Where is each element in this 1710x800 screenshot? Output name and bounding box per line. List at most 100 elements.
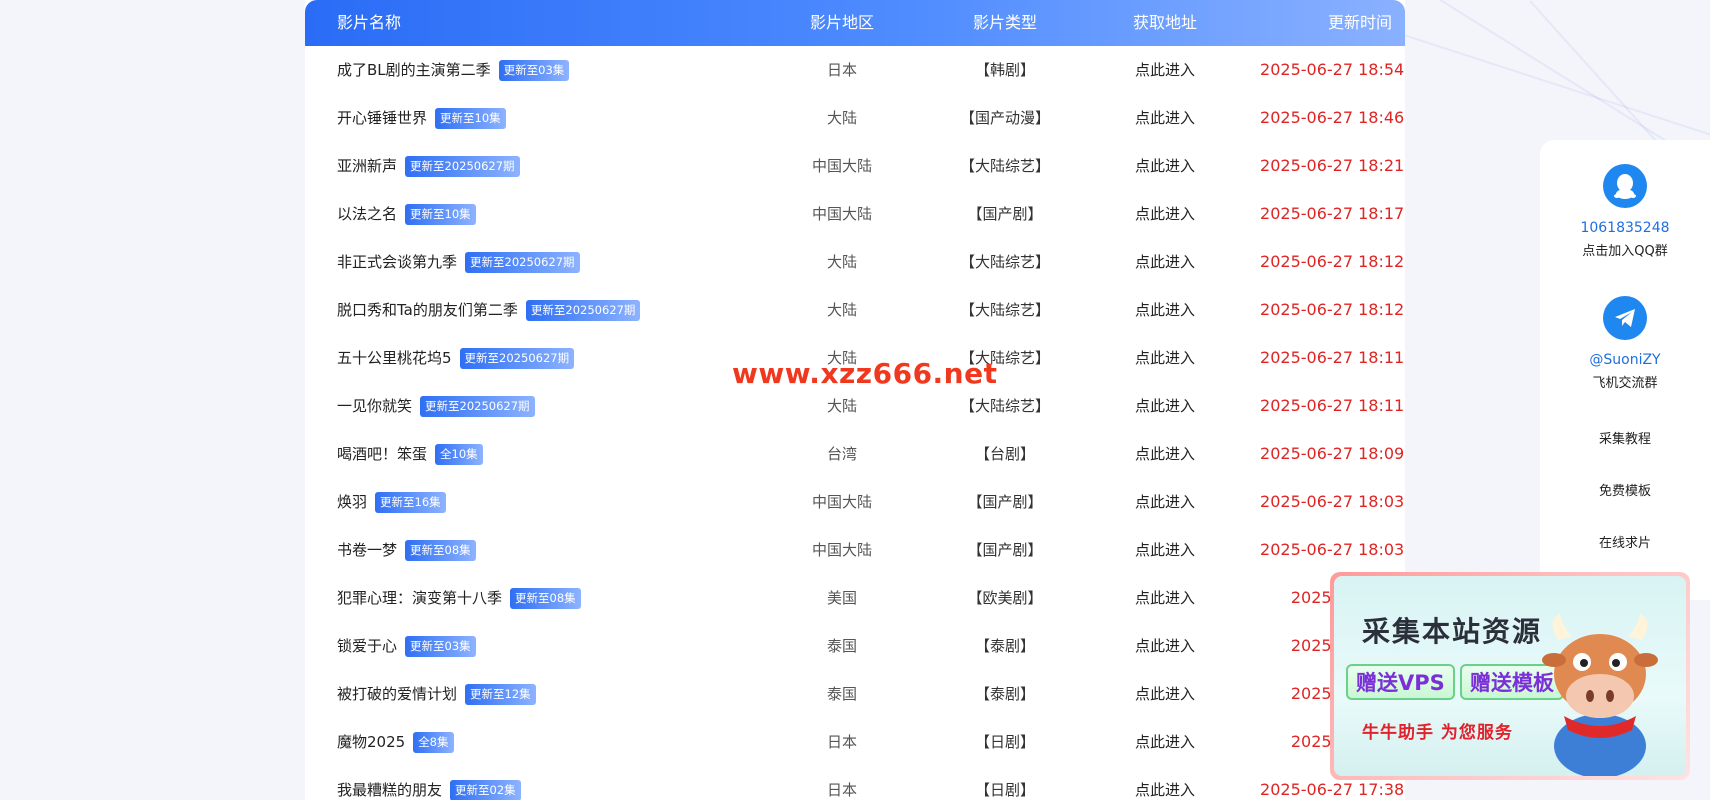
video-type: 【国产剧】 <box>967 205 1043 223</box>
table-row: 成了BL剧的主演第二季 更新至03集 日本 【韩剧】 点此进入 2025-06-27 18… <box>305 46 1405 94</box>
side-panel: 1061835248 点击加入QQ群 @SuoniZY 飞机交流群 采集教程 免… <box>1540 140 1710 600</box>
side-link-templates[interactable]: 免费模板 <box>1540 480 1710 499</box>
video-title[interactable]: 被打破的爱情计划 <box>337 670 457 718</box>
enter-link[interactable]: 点此进入 <box>1125 526 1205 574</box>
video-title[interactable]: 成了BL剧的主演第二季 <box>337 46 491 94</box>
video-name-cell[interactable]: 锁爱于心 更新至03集 <box>337 622 476 670</box>
video-title[interactable]: 魔物2025 <box>337 718 405 766</box>
update-time: 2025-06-27 18:03:39 <box>1260 492 1405 511</box>
table-row: 书卷一梦更新至08集 中国大陆 【国产剧】 点此进入 2025-06-27 18:03:… <box>305 526 1405 574</box>
qq-icon[interactable] <box>1603 164 1647 208</box>
video-type: 【国产剧】 <box>967 493 1043 511</box>
video-name-cell[interactable]: 五十公里桃花坞5 更新至20250627期 <box>337 334 575 382</box>
table-row: 开心锤锤世界 更新至10集 大陆 【国产动漫】 点此进入 2025-06-27 18:46… <box>305 94 1405 142</box>
update-time: 2025-06-27 18:09:28 <box>1260 444 1405 463</box>
video-name-cell[interactable]: 亚洲新声 更新至20250627期 <box>337 142 520 190</box>
enter-link[interactable]: 点此进入 <box>1125 718 1205 766</box>
video-region: 台湾 <box>826 445 857 463</box>
video-region: 日本 <box>826 781 857 799</box>
telegram-icon[interactable] <box>1603 296 1647 340</box>
video-title[interactable]: 焕羽 <box>337 478 367 526</box>
video-title[interactable]: 一见你就笑 <box>337 382 412 430</box>
table-row: 我最糟糕的朋友更新至02集日本【日剧】点此进入2025-06-27 17:38:… <box>305 766 1405 800</box>
enter-link[interactable]: 点此进入 <box>1125 622 1205 670</box>
video-name-cell[interactable]: 书卷一梦 更新至08集 <box>337 526 476 574</box>
qq-number-link[interactable]: 1061835248 <box>1540 220 1710 236</box>
update-time: 2025-06-27 18:12:23 <box>1260 252 1405 271</box>
table-row: 亚洲新声 更新至20250627期 中国大陆 【大陆综艺】 点此进入 2025-06-27… <box>305 142 1405 190</box>
telegram-handle-link[interactable]: @SuoniZY <box>1540 352 1710 368</box>
enter-link[interactable]: 点此进入 <box>1125 334 1205 382</box>
video-region: 美国 <box>826 589 857 607</box>
video-type: 【日剧】 <box>974 781 1035 799</box>
video-update-table: 影片名称 影片地区 影片类型 获取地址 更新时间 成了BL剧的主演第二季 更新至0… <box>305 0 1405 800</box>
episode-badge: 更新至12集 <box>465 683 536 705</box>
telegram-block[interactable]: @SuoniZY 飞机交流群 <box>1540 296 1710 391</box>
side-link-request[interactable]: 在线求片 <box>1540 532 1710 551</box>
episode-badge: 更新至20250627期 <box>420 395 535 417</box>
video-name-cell[interactable]: 魔物2025 全8集 <box>337 718 454 766</box>
video-title[interactable]: 书卷一梦 <box>337 526 397 574</box>
video-name-cell[interactable]: 被打破的爱情计划 更新至12集 <box>337 670 536 718</box>
enter-link[interactable]: 点此进入 <box>1125 190 1205 238</box>
enter-link[interactable]: 点此进入 <box>1125 670 1205 718</box>
video-name-cell[interactable]: 喝酒吧！笨蛋 全10集 <box>337 430 483 478</box>
episode-badge: 更新至02集 <box>450 779 521 800</box>
video-region: 中国大陆 <box>811 541 872 559</box>
episode-badge: 全8集 <box>413 731 454 753</box>
video-type: 【大陆综艺】 <box>959 157 1050 175</box>
video-name-cell[interactable]: 成了BL剧的主演第二季 更新至03集 <box>337 46 570 94</box>
enter-link[interactable]: 点此进入 <box>1125 94 1205 142</box>
video-title[interactable]: 我最糟糕的朋友 <box>337 766 442 800</box>
video-name-cell[interactable]: 焕羽 更新至16集 <box>337 478 446 526</box>
video-region: 中国大陆 <box>811 157 872 175</box>
enter-link[interactable]: 点此进入 <box>1125 766 1205 800</box>
promo-title: 采集本站资源 <box>1362 615 1543 648</box>
video-name-cell[interactable]: 以法之名 更新至10集 <box>337 190 476 238</box>
header-name: 影片名称 <box>337 13 402 32</box>
enter-link[interactable]: 点此进入 <box>1125 238 1205 286</box>
enter-link[interactable]: 点此进入 <box>1125 382 1205 430</box>
episode-badge: 更新至20250627期 <box>405 155 520 177</box>
video-title[interactable]: 五十公里桃花坞5 <box>337 334 452 382</box>
video-name-cell[interactable]: 开心锤锤世界 更新至10集 <box>337 94 506 142</box>
episode-badge: 更新至20250627期 <box>465 251 580 273</box>
side-link-tutorial[interactable]: 采集教程 <box>1540 428 1710 447</box>
promo-banner[interactable]: 采集本站资源 赠送VPS 赠送模板 牛牛助手 为您服务 <box>1330 572 1690 780</box>
video-title[interactable]: 亚洲新声 <box>337 142 397 190</box>
video-name-cell[interactable]: 非正式会谈第九季 更新至20250627期 <box>337 238 580 286</box>
update-time: 2025-06-27 18:17:22 <box>1260 204 1405 223</box>
qq-group-block[interactable]: 1061835248 点击加入QQ群 <box>1540 164 1710 259</box>
episode-badge: 全10集 <box>435 443 483 465</box>
enter-link[interactable]: 点此进入 <box>1125 478 1205 526</box>
table-body: 成了BL剧的主演第二季 更新至03集 日本 【韩剧】 点此进入 2025-06-27 18… <box>305 46 1405 800</box>
video-title[interactable]: 犯罪心理：演变第十八季 <box>337 574 502 622</box>
video-title[interactable]: 以法之名 <box>337 190 397 238</box>
update-time: 2025-06-27 18:46:00 <box>1260 108 1405 127</box>
header-type: 影片类型 <box>972 13 1037 32</box>
video-title[interactable]: 脱口秀和Ta的朋友们第二季 <box>337 286 518 334</box>
video-region: 日本 <box>826 61 857 79</box>
video-title[interactable]: 非正式会谈第九季 <box>337 238 457 286</box>
enter-link[interactable]: 点此进入 <box>1125 430 1205 478</box>
video-region: 大陆 <box>826 301 857 319</box>
video-name-cell[interactable]: 我最糟糕的朋友 更新至02集 <box>337 766 521 800</box>
enter-link[interactable]: 点此进入 <box>1125 286 1205 334</box>
enter-link[interactable]: 点此进入 <box>1125 46 1205 94</box>
video-name-cell[interactable]: 犯罪心理：演变第十八季 更新至08集 <box>337 574 581 622</box>
video-title[interactable]: 锁爱于心 <box>337 622 397 670</box>
enter-link[interactable]: 点此进入 <box>1125 574 1205 622</box>
header-time: 更新时间 <box>1327 13 1392 32</box>
video-region: 泰国 <box>826 685 857 703</box>
video-title[interactable]: 开心锤锤世界 <box>337 94 427 142</box>
enter-link[interactable]: 点此进入 <box>1125 142 1205 190</box>
video-title[interactable]: 喝酒吧！笨蛋 <box>337 430 427 478</box>
update-time: 2025-06-27 18:11:36 <box>1260 396 1405 415</box>
video-name-cell[interactable]: 脱口秀和Ta的朋友们第二季 更新至20250627期 <box>337 286 641 334</box>
video-type: 【国产动漫】 <box>959 109 1050 127</box>
promo-vps-button[interactable]: 赠送VPS <box>1346 664 1455 700</box>
video-type: 【韩剧】 <box>974 61 1035 79</box>
table-row: 喝酒吧！笨蛋全10集 台湾 【台剧】 点此进入 2025-06-27 18:09:28 <box>305 430 1405 478</box>
video-type: 【欧美剧】 <box>967 589 1043 607</box>
video-name-cell[interactable]: 一见你就笑 更新至20250627期 <box>337 382 535 430</box>
